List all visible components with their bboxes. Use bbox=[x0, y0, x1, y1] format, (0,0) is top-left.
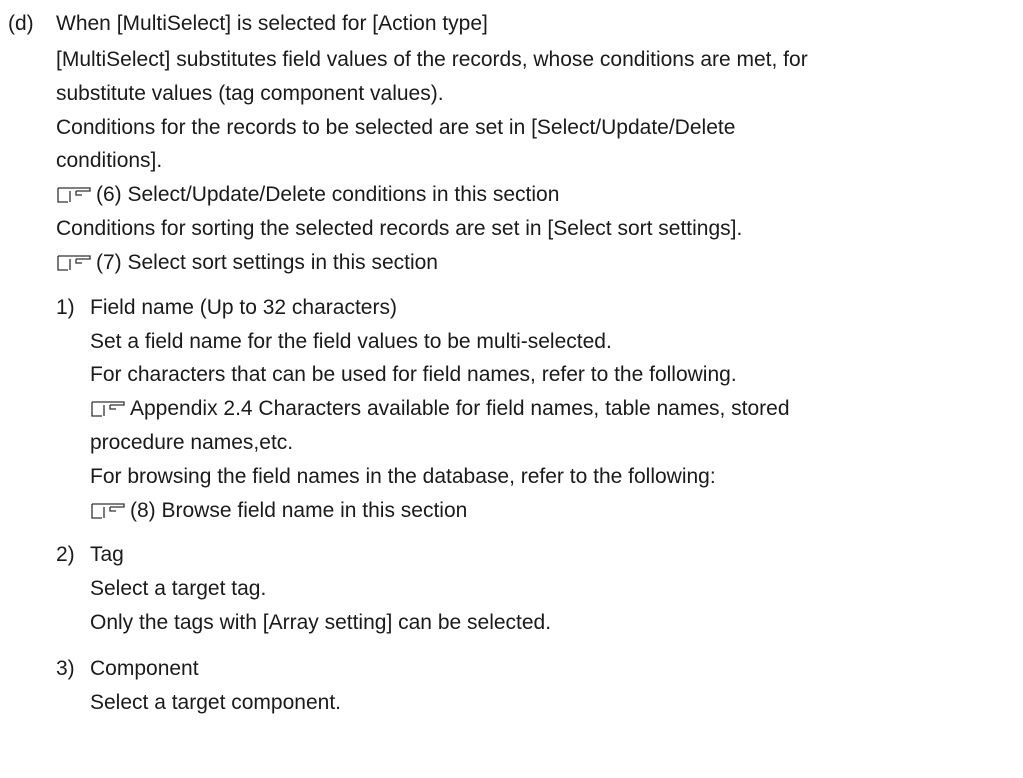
item-marker: 1) bbox=[56, 296, 75, 319]
item-line: Select a target tag. bbox=[90, 577, 267, 600]
item-marker: 3) bbox=[56, 657, 75, 680]
reference-text: (6) Select/Update/Delete conditions in t… bbox=[96, 183, 560, 206]
intro-line: substitute values (tag component values)… bbox=[56, 82, 444, 105]
sort-line: Conditions for sorting the selected reco… bbox=[56, 217, 743, 240]
pointing-hand-icon bbox=[91, 401, 125, 417]
intro-line: [MultiSelect] substitutes field values o… bbox=[56, 48, 808, 71]
pointing-hand-icon bbox=[57, 255, 91, 271]
item-line: For characters that can be used for fiel… bbox=[90, 363, 737, 386]
item-line: Select a target component. bbox=[90, 691, 341, 714]
heading-marker: (d) bbox=[8, 12, 34, 35]
item-line: Set a field name for the field values to… bbox=[90, 330, 612, 353]
reference-text: Appendix 2.4 Characters available for fi… bbox=[130, 397, 790, 420]
reference-link-7[interactable]: (7) Select sort settings in this section bbox=[56, 251, 438, 275]
item-title: Field name (Up to 32 characters) bbox=[90, 296, 397, 319]
reference-link-8[interactable]: (8) Browse field name in this section bbox=[90, 499, 467, 523]
reference-link-6[interactable]: (6) Select/Update/Delete conditions in t… bbox=[56, 183, 559, 207]
item-line: Only the tags with [Array setting] can b… bbox=[90, 611, 552, 634]
intro-line: Conditions for the records to be selecte… bbox=[56, 116, 736, 139]
reference-link-appendix[interactable]: Appendix 2.4 Characters available for fi… bbox=[90, 397, 790, 421]
item-title: Component bbox=[90, 657, 199, 680]
reference-text: (7) Select sort settings in this section bbox=[96, 251, 438, 274]
pointing-hand-icon bbox=[57, 187, 91, 203]
intro-line: conditions]. bbox=[56, 149, 163, 172]
item-line: For browsing the field names in the data… bbox=[90, 465, 716, 488]
reference-text: (8) Browse field name in this section bbox=[130, 499, 468, 522]
item-title: Tag bbox=[90, 543, 124, 566]
pointing-hand-icon bbox=[91, 503, 125, 519]
reference-text-continued: procedure names,etc. bbox=[90, 431, 294, 454]
item-marker: 2) bbox=[56, 543, 75, 566]
heading-text: When [MultiSelect] is selected for [Acti… bbox=[56, 12, 488, 35]
